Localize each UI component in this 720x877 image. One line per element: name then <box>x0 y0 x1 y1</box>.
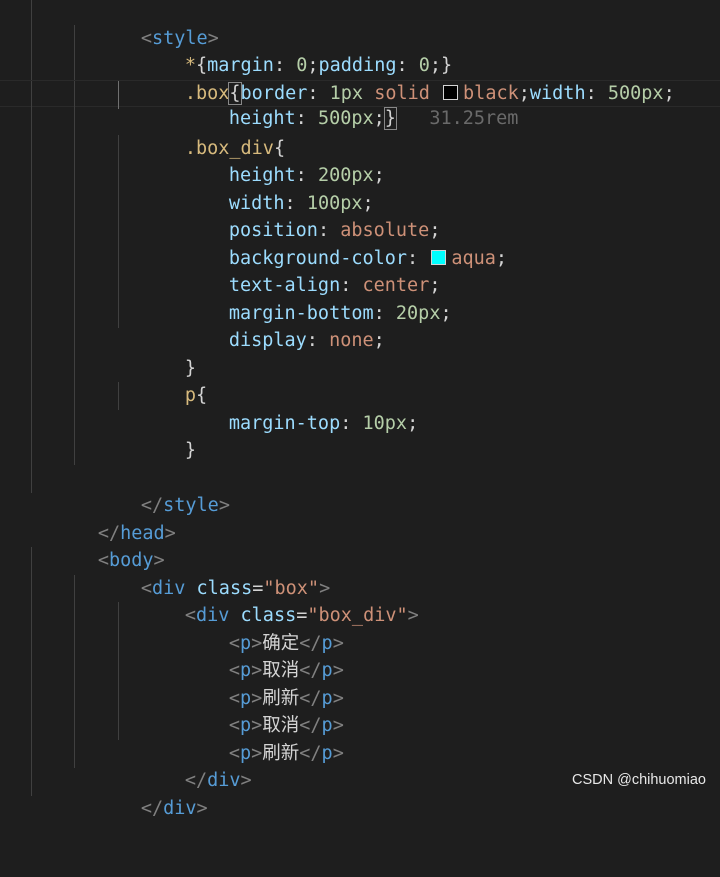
indent-guide <box>31 299 32 328</box>
indent-guide <box>74 327 75 355</box>
tag-bracket: > <box>196 797 208 819</box>
code-line[interactable]: <style> <box>0 0 720 49</box>
indent-guide <box>74 24 75 53</box>
code-line[interactable]: *{margin: 0;padding: 0;} <box>0 24 720 76</box>
indent-guide <box>74 382 75 410</box>
code-line[interactable]: .box{border: 1px solid black;width: 500p… <box>0 52 720 105</box>
indent-guide <box>31 162 32 190</box>
indent-guide <box>118 602 119 630</box>
indent-guide <box>74 602 75 630</box>
code-line[interactable]: margin-top: 10px; <box>0 382 720 434</box>
indent-guide <box>74 189 75 218</box>
code-line[interactable]: <body> <box>0 520 720 571</box>
code-line[interactable] <box>0 437 720 465</box>
indent-guide <box>74 52 75 80</box>
indent-guide <box>31 80 32 109</box>
indent-guide <box>31 684 32 713</box>
indent-guide <box>74 657 75 685</box>
indent-guide <box>118 382 119 410</box>
code-line[interactable]: </head> <box>0 492 720 544</box>
indent-guide <box>31 382 32 410</box>
code-line[interactable]: <div class="box"> <box>0 547 720 599</box>
indent-guide <box>74 409 75 438</box>
indent-guide <box>74 354 75 383</box>
indent-guide <box>74 299 75 328</box>
indent-guide <box>74 574 75 603</box>
code-line[interactable]: } <box>0 327 720 379</box>
code-line[interactable]: </style> <box>0 464 720 516</box>
code-line[interactable]: } <box>0 409 720 461</box>
indent-guide <box>118 684 119 713</box>
indent-guide <box>31 712 32 740</box>
indent-guide <box>118 299 119 328</box>
code-line[interactable]: .box_div{ <box>0 107 720 159</box>
indent-guide <box>74 162 75 190</box>
code-line[interactable]: margin-bottom: 20px; <box>0 272 720 324</box>
code-line[interactable]: width: 100px; <box>0 162 720 214</box>
indent-guide <box>118 134 119 163</box>
indent-guide <box>118 657 119 685</box>
code-line[interactable]: position: absolute; <box>0 189 720 241</box>
indent-guide <box>74 712 75 740</box>
indent-guide <box>74 437 75 465</box>
indent-guide <box>31 107 32 135</box>
indent-guide <box>118 217 119 245</box>
indent-guide <box>118 162 119 190</box>
indent-guide <box>74 739 75 768</box>
watermark: CSDN @chihuomiao <box>572 772 706 788</box>
indent-guide <box>31 739 32 768</box>
code-line[interactable]: <p>刷新</p> <box>0 712 720 764</box>
indent-guide <box>74 629 75 658</box>
code-line[interactable]: p{ <box>0 354 720 406</box>
indent-guide <box>31 354 32 383</box>
code-line[interactable]: </div> <box>0 739 720 791</box>
tag-bracket: </ <box>140 797 164 819</box>
tag-name: div <box>163 797 197 819</box>
indent-guide <box>74 272 75 300</box>
indent-guide-active <box>118 80 119 109</box>
code-line[interactable]: text-align: center; <box>0 244 720 296</box>
code-line[interactable]: <div class="box_div"> <box>0 574 720 626</box>
indent-guide <box>118 189 119 218</box>
indent-guide <box>31 657 32 685</box>
indent-guide <box>31 52 32 80</box>
code-line[interactable]: display: none; <box>0 299 720 351</box>
indent-guide <box>31 189 32 218</box>
indent-guide <box>118 712 119 740</box>
code-line[interactable]: <p>取消</p> <box>0 629 720 681</box>
indent-guide <box>31 24 32 53</box>
indent-guide <box>31 134 32 163</box>
indent-guide <box>31 464 32 493</box>
code-line[interactable]: <p>确定</p> <box>0 602 720 654</box>
indent-guide <box>31 574 32 603</box>
code-editor[interactable]: <style> *{margin: 0;padding: 0;} .box{bo… <box>0 0 720 819</box>
indent-guide <box>118 272 119 300</box>
indent-guide <box>74 80 75 109</box>
indent-guide <box>74 684 75 713</box>
indent-guide <box>31 272 32 300</box>
indent-guide <box>31 602 32 630</box>
indent-guide <box>118 244 119 273</box>
code-line[interactable]: <p>取消</p> <box>0 684 720 736</box>
indent-guide <box>74 244 75 273</box>
indent-guide <box>31 217 32 245</box>
indent-guide <box>31 327 32 355</box>
indent-guide <box>31 244 32 273</box>
indent-guide <box>74 217 75 245</box>
indent-guide <box>31 0 32 25</box>
indent-guide <box>31 547 32 575</box>
indent-guide <box>74 134 75 163</box>
indent-guide <box>31 629 32 658</box>
indent-guide <box>74 107 75 135</box>
indent-guide <box>31 409 32 438</box>
code-line[interactable]: <p>刷新</p> <box>0 657 720 709</box>
code-line[interactable]: height: 200px; <box>0 134 720 186</box>
indent-guide <box>118 629 119 658</box>
indent-guide <box>31 437 32 465</box>
indent-guide <box>31 767 32 796</box>
code-line[interactable]: background-color: aqua; <box>0 217 720 269</box>
code-line-current[interactable]: height: 500px;} 31.25rem <box>0 79 720 130</box>
